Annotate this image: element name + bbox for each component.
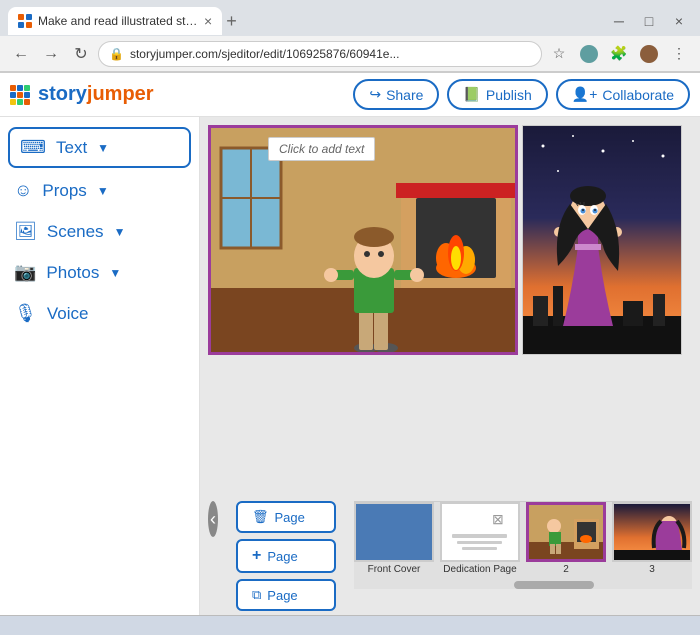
browser-chrome: Make and read illustrated story b × + ─ … <box>0 0 700 73</box>
sidebar-item-photos[interactable]: 📷 Photos ▼ <box>0 252 199 293</box>
back-button[interactable]: ← <box>8 41 34 67</box>
chevron-down-icon-props: ▼ <box>97 184 109 198</box>
thumb-front-cover-img[interactable] <box>354 502 434 562</box>
delete-page-button[interactable]: 🗑 Page <box>236 501 336 533</box>
smiley-icon: ☺ <box>14 180 32 201</box>
user-avatar[interactable] <box>636 41 662 67</box>
thumbnail-scrollbar[interactable] <box>354 581 692 589</box>
thumb-page2-img[interactable] <box>526 502 606 562</box>
thumb-dedication-label: Dedication Page <box>443 564 516 575</box>
editor-area: Click to add text <box>200 117 700 497</box>
duplicate-page-button[interactable]: ⧉ Page <box>236 579 336 611</box>
thumbnail-dedication[interactable]: ⊠ Dedication Page <box>440 502 520 575</box>
main-layout: ⌨ Text ▼ ☺ Props ▼ 🖼 Scenes ▼ 📷 Photos ▼… <box>0 117 700 615</box>
chevron-down-icon-photos: ▼ <box>109 266 121 280</box>
sidebar-item-props[interactable]: ☺ Props ▼ <box>0 170 199 211</box>
app: storyjumper ↪ Share 📗 Publish 👤+ Collabo… <box>0 73 700 615</box>
logo-grid <box>10 85 30 105</box>
scrollbar-thumb[interactable] <box>514 581 594 589</box>
menu-button[interactable]: ⋮ <box>666 41 692 67</box>
trash-icon: 🗑 <box>252 509 269 525</box>
thumbnail-strip-container: Front Cover ⊠ <box>354 501 692 589</box>
thumb-dedication-img[interactable]: ⊠ <box>440 502 520 562</box>
thumb-page3-label: 3 <box>649 564 655 575</box>
reload-button[interactable]: ↻ <box>68 41 94 67</box>
sidebar-label-voice: Voice <box>47 304 89 324</box>
svg-text:⊠: ⊠ <box>492 511 504 527</box>
tab-close-button[interactable]: × <box>204 13 212 29</box>
sidebar-item-text[interactable]: ⌨ Text ▼ <box>8 127 191 168</box>
page-buttons: 🗑 Page + Page ⧉ Page <box>228 501 344 611</box>
puzzle-icon[interactable]: 🧩 <box>606 41 632 67</box>
logo: storyjumper <box>10 83 154 106</box>
sidebar-label-text: Text <box>56 138 87 158</box>
maximize-button[interactable]: □ <box>636 8 662 34</box>
thumbnail-page3[interactable]: 3 <box>612 502 692 575</box>
url-text: storyjumper.com/sjeditor/edit/106925876/… <box>130 47 400 61</box>
collaborate-button[interactable]: 👤+ Collaborate <box>556 79 690 110</box>
sidebar-item-scenes[interactable]: 🖼 Scenes ▼ <box>0 211 199 252</box>
camera-icon: 📷 <box>14 262 36 283</box>
sidebar-label-photos: Photos <box>46 263 99 283</box>
share-icon: ↪ <box>369 86 381 103</box>
image-icon: 🖼 <box>14 221 37 242</box>
canvas-text-box[interactable]: Click to add text <box>268 137 375 161</box>
collaborate-icon: 👤+ <box>572 86 598 103</box>
content-area: Click to add text <box>200 117 700 615</box>
address-bar[interactable]: 🔒 storyjumper.com/sjeditor/edit/10692587… <box>98 41 542 67</box>
sidebar-item-voice[interactable]: 🎙 Voice <box>0 293 199 334</box>
new-tab-button[interactable]: + <box>226 11 237 32</box>
microphone-icon: 🎙 <box>14 303 37 324</box>
sidebar-label-scenes: Scenes <box>47 222 104 242</box>
thumb-page3-img[interactable] <box>612 502 692 562</box>
bottom-bar <box>0 615 700 635</box>
publish-button[interactable]: 📗 Publish <box>447 79 547 110</box>
sidebar: ⌨ Text ▼ ☺ Props ▼ 🖼 Scenes ▼ 📷 Photos ▼… <box>0 117 200 615</box>
chevron-down-icon-scenes: ▼ <box>114 225 126 239</box>
keyboard-icon: ⌨ <box>20 137 46 158</box>
app-header: storyjumper ↪ Share 📗 Publish 👤+ Collabo… <box>0 73 700 117</box>
minimize-button[interactable]: ─ <box>606 8 632 34</box>
logo-text: storyjumper <box>38 83 154 106</box>
tab-favicon <box>18 14 32 28</box>
forward-button[interactable]: → <box>38 41 64 67</box>
thumb-front-cover-label: Front Cover <box>368 564 421 575</box>
window-close-button[interactable]: × <box>666 8 692 34</box>
tab-bar: Make and read illustrated story b × + ─ … <box>0 0 700 36</box>
active-tab[interactable]: Make and read illustrated story b × <box>8 7 222 35</box>
profile-button[interactable] <box>576 41 602 67</box>
add-page-button[interactable]: + Page <box>236 539 336 573</box>
nav-bar: ← → ↻ 🔒 storyjumper.com/sjeditor/edit/10… <box>0 36 700 72</box>
tab-title: Make and read illustrated story b <box>38 14 198 28</box>
duplicate-icon: ⧉ <box>252 587 261 603</box>
share-button[interactable]: ↪ Share <box>353 79 439 110</box>
prev-page-button[interactable]: ‹ <box>208 501 218 537</box>
thumbnail-strip: Front Cover ⊠ <box>354 502 692 579</box>
thumbnail-page2[interactable]: 2 <box>526 502 606 575</box>
bookmark-button[interactable]: ☆ <box>546 41 572 67</box>
controls-row: ‹ 🗑 Page + Page ⧉ Page <box>200 497 700 615</box>
right-page-preview[interactable] <box>522 125 682 355</box>
plus-icon: + <box>252 547 261 565</box>
sidebar-label-props: Props <box>42 181 86 201</box>
header-buttons: ↪ Share 📗 Publish 👤+ Collaborate <box>353 79 690 110</box>
right-page-svg <box>523 126 682 355</box>
thumb-page2-label: 2 <box>563 564 569 575</box>
publish-icon: 📗 <box>463 86 480 103</box>
chevron-down-icon: ▼ <box>97 141 109 155</box>
thumbnail-front-cover[interactable]: Front Cover <box>354 502 434 575</box>
page-canvas[interactable]: Click to add text <box>208 125 518 489</box>
